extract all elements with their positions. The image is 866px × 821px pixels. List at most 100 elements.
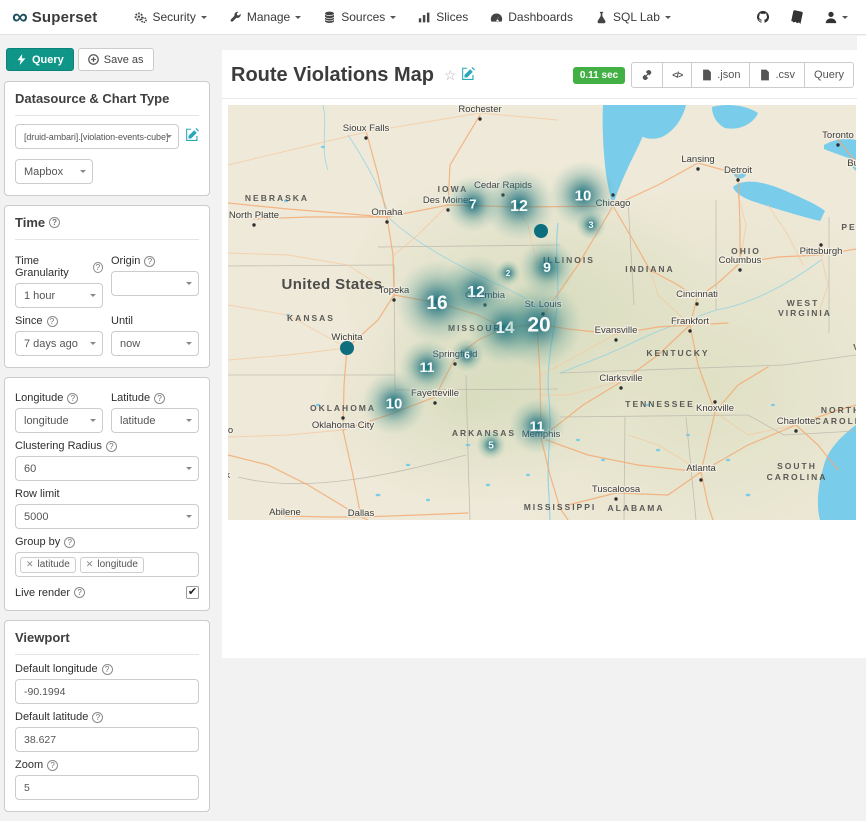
map-cluster[interactable]: 11	[509, 398, 565, 454]
nav-manage[interactable]: Manage	[218, 0, 312, 35]
remove-tag-icon[interactable]: ✕	[86, 559, 94, 570]
city-label: Oklahoma City	[312, 420, 375, 431]
map-cluster[interactable]: 10	[362, 371, 426, 435]
zoom-input[interactable]: 5	[15, 775, 199, 800]
longitude-select[interactable]: longitude	[15, 408, 103, 433]
export-button-group: </> .json .csv Query	[631, 62, 854, 88]
city-label: Columbus	[719, 255, 762, 266]
group-by-tag: ✕longitude	[80, 557, 144, 573]
city-dot	[614, 338, 617, 341]
group-by-select[interactable]: ✕latitude ✕longitude	[15, 552, 199, 577]
embed-code-button[interactable]: </>	[663, 62, 692, 88]
default-longitude-label: Default longitude	[15, 663, 199, 675]
map-cluster[interactable]: 3	[576, 210, 606, 240]
city-label: Clarksville	[599, 373, 642, 384]
state-label: VIRGINIA	[778, 308, 832, 318]
map-point[interactable]	[340, 341, 354, 355]
city-dot	[699, 478, 702, 481]
city-label: North Platte	[229, 210, 279, 221]
city-dot	[836, 143, 839, 146]
map-point[interactable]	[534, 224, 548, 238]
group-by-tag: ✕latitude	[20, 557, 76, 573]
view-query-button[interactable]: Query	[805, 62, 854, 88]
since-select[interactable]: 7 days ago	[15, 331, 103, 356]
city-dot	[252, 223, 255, 226]
export-json-button[interactable]: .json	[692, 62, 750, 88]
nav-slices[interactable]: Slices	[407, 0, 479, 35]
state-label: CAROLINA	[767, 472, 828, 482]
edit-chart-properties-icon[interactable]	[461, 67, 475, 84]
help-icon[interactable]	[74, 587, 85, 598]
state-label: MISSISSIPPI	[524, 502, 597, 512]
map-cluster[interactable]: 20	[495, 280, 583, 368]
city-label: Frankfort	[671, 316, 709, 327]
default-latitude-input[interactable]: 38.627	[15, 727, 199, 752]
chart-type-select[interactable]: Mapbox	[15, 159, 93, 184]
nav-sources[interactable]: Sources	[312, 0, 407, 35]
chevron-down-icon	[295, 16, 301, 22]
origin-select[interactable]	[111, 271, 199, 296]
help-icon[interactable]	[106, 441, 117, 452]
live-render-checkbox[interactable]	[186, 586, 199, 599]
query-button[interactable]: Query	[6, 48, 74, 71]
user-menu[interactable]	[824, 10, 848, 24]
help-icon[interactable]	[64, 537, 75, 548]
state-label: VIRGINIA	[853, 342, 856, 352]
help-icon[interactable]	[67, 393, 78, 404]
help-icon[interactable]	[93, 262, 103, 273]
city-label: Pittsburgh	[800, 246, 843, 257]
panel-title: Time	[15, 215, 199, 240]
help-icon[interactable]	[47, 316, 58, 327]
chart-title: Route Violations Map	[231, 64, 434, 87]
svg-text:11: 11	[420, 359, 435, 375]
default-longitude-input[interactable]: -90.1994	[15, 679, 199, 704]
favorite-star-icon[interactable]: ☆	[444, 67, 457, 84]
state-label: SOUTH	[777, 461, 817, 471]
granularity-select[interactable]: 1 hour	[15, 283, 103, 308]
latitude-select[interactable]: latitude	[111, 408, 199, 433]
help-icon[interactable]	[154, 393, 165, 404]
since-label: Since	[15, 315, 103, 327]
mapbox-map[interactable]: NEBRASKAIOWAKANSASMISSOURIILLINOISINDIAN…	[228, 105, 856, 520]
svg-text:3: 3	[588, 220, 593, 230]
share-link-button[interactable]	[631, 62, 663, 88]
time-panel: Time Time Granularity 1 hour Origin Sinc…	[4, 205, 210, 368]
map-cluster[interactable]: 5	[476, 430, 506, 460]
svg-text:10: 10	[575, 187, 592, 204]
help-icon[interactable]	[47, 760, 58, 771]
state-label: TENNESSEE	[625, 399, 695, 409]
map-cluster[interactable]: 16	[395, 260, 479, 344]
superset-logo[interactable]: ∞ Superset	[12, 7, 97, 27]
map-cluster[interactable]: 6	[450, 338, 484, 372]
help-icon[interactable]	[49, 217, 60, 228]
help-icon[interactable]	[92, 712, 103, 723]
city-dot	[736, 178, 739, 181]
save-as-button[interactable]: Save as	[78, 48, 154, 71]
bar-chart-icon	[418, 11, 431, 24]
city-label: Lansing	[681, 154, 714, 165]
remove-tag-icon[interactable]: ✕	[26, 559, 34, 570]
city-label: Cincinnati	[676, 289, 718, 300]
state-label: NORTH	[821, 405, 856, 415]
nav-dashboards[interactable]: Dashboards	[479, 0, 584, 35]
city-label: Charlotte	[777, 416, 816, 427]
edit-datasource-icon[interactable]	[185, 128, 199, 145]
nav-sql-lab[interactable]: SQL Lab	[584, 0, 682, 35]
row-limit-select[interactable]: 5000	[15, 504, 199, 529]
city-label: Abilene	[269, 507, 301, 518]
brand-name: Superset	[32, 9, 98, 26]
svg-text:5: 5	[488, 441, 494, 452]
country-label: United States	[281, 276, 382, 293]
docs-icon[interactable]	[790, 10, 804, 24]
help-icon[interactable]	[144, 256, 155, 267]
file-icon	[701, 69, 713, 81]
help-icon[interactable]	[102, 664, 113, 675]
datasource-select[interactable]: [druid-ambari].[violation-events-cube]	[15, 124, 179, 149]
zoom-label: Zoom	[15, 759, 199, 771]
clustering-radius-select[interactable]: 60	[15, 456, 199, 481]
page-gutter	[857, 36, 866, 658]
until-select[interactable]: now	[111, 331, 199, 356]
github-icon[interactable]	[756, 10, 770, 24]
export-csv-button[interactable]: .csv	[750, 62, 805, 88]
nav-security[interactable]: Security	[123, 0, 217, 35]
